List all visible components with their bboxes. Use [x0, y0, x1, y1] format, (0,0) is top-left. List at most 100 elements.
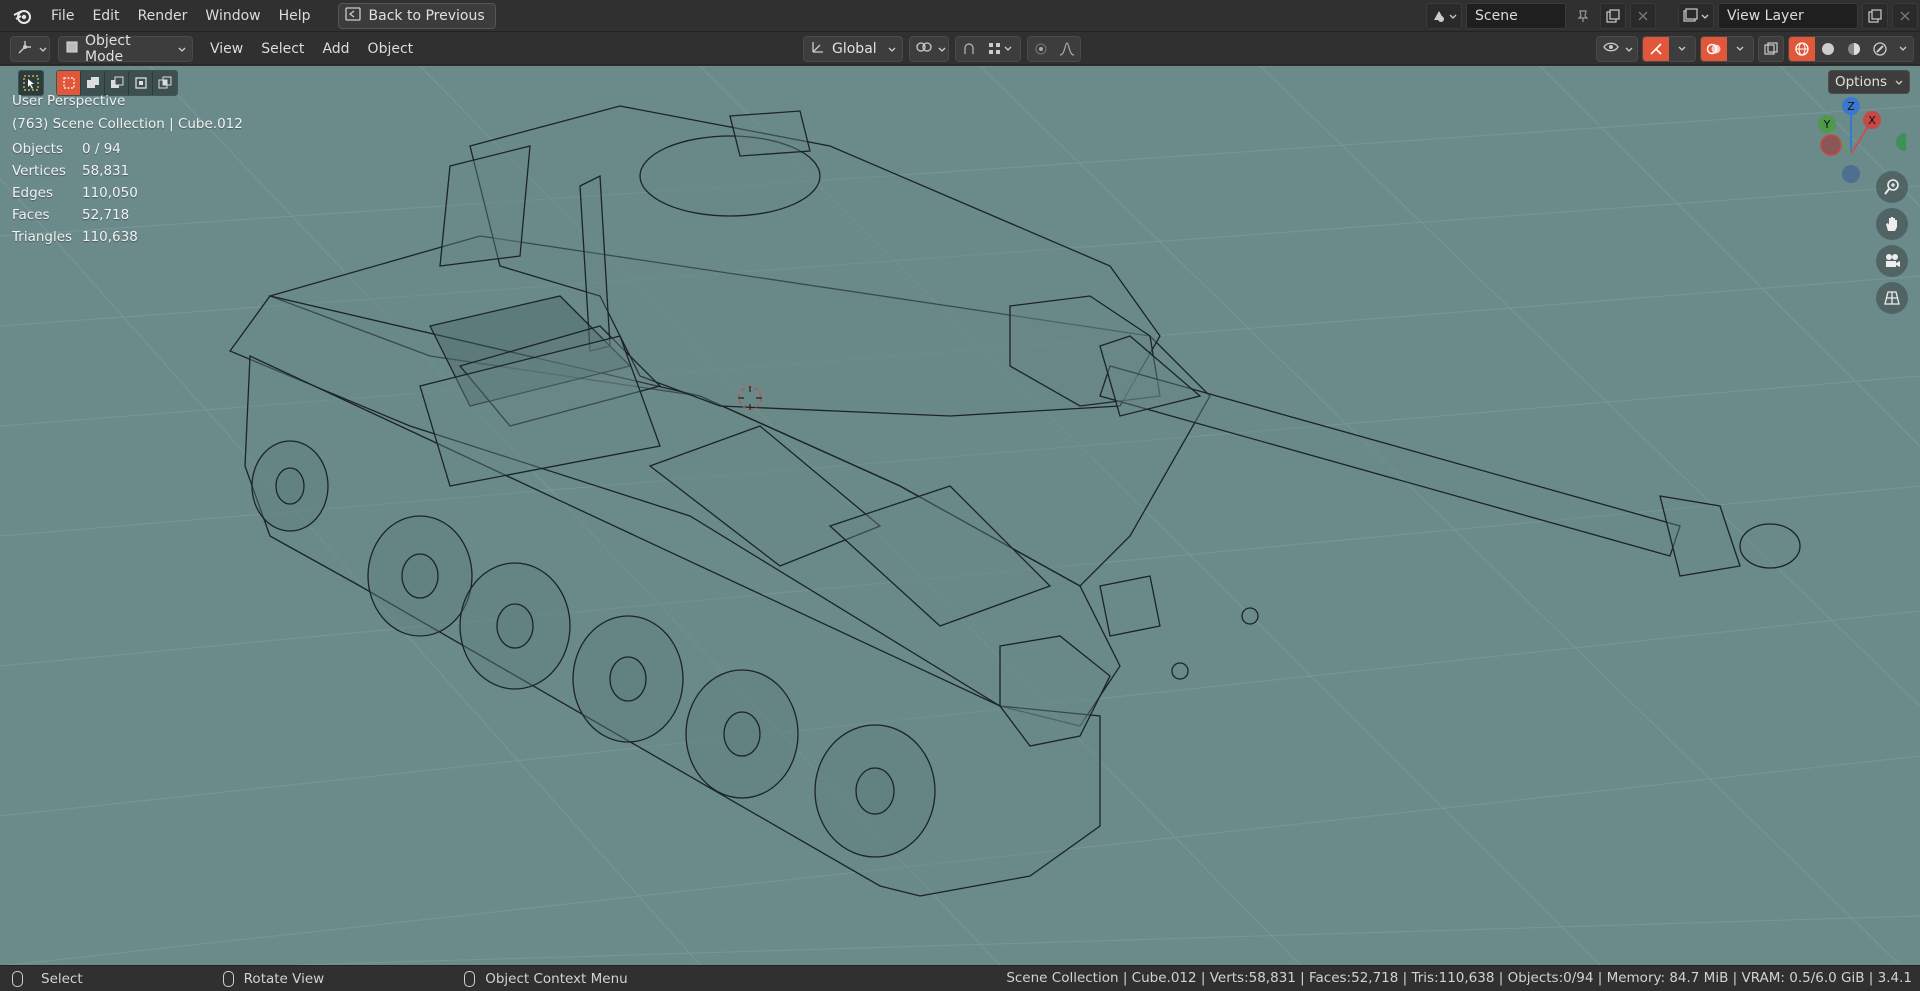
- back-icon: [344, 6, 361, 25]
- status-rotate-label: Rotate View: [243, 970, 325, 987]
- stat-row: Faces 52,718: [12, 204, 138, 226]
- status-select-label: Select: [41, 970, 83, 987]
- scene-statistics: Objects 0 / 94 Vertices 58,831 Edges 110,05…: [12, 138, 138, 248]
- chevron-down-icon: [938, 41, 946, 57]
- menu-window[interactable]: Window: [196, 4, 269, 28]
- new-scene-icon[interactable]: [1600, 3, 1626, 29]
- collection-info: (763) Scene Collection | Cube.012: [12, 116, 243, 132]
- status-info: Scene Collection | Cube.012 | Verts:58,8…: [1006, 970, 1912, 986]
- object-mode-icon: [65, 40, 79, 58]
- viewport-shading-controls: [1596, 36, 1914, 62]
- chevron-down-icon: [178, 41, 186, 57]
- delete-scene-icon[interactable]: [1630, 3, 1656, 29]
- stat-label: Faces: [12, 207, 50, 223]
- snap-target-icon[interactable]: [982, 37, 1020, 61]
- stat-row: Vertices 58,831: [12, 160, 138, 182]
- zoom-icon[interactable]: [1876, 171, 1908, 203]
- z-axis-label: Z: [1847, 100, 1855, 113]
- mode-label: Object Mode: [85, 32, 131, 65]
- scene-name: Scene: [1475, 8, 1518, 24]
- gizmo-toggle-icon[interactable]: [1643, 37, 1669, 61]
- tank-wireframe: [228, 105, 1801, 897]
- stat-label: Edges: [12, 185, 54, 201]
- menu-view[interactable]: View: [201, 41, 252, 57]
- stat-value: 110,050: [82, 185, 138, 201]
- mouse-middle-icon: [222, 970, 234, 987]
- menu-file[interactable]: File: [42, 4, 83, 28]
- mode-dropdown[interactable]: Object Mode: [58, 32, 193, 65]
- xray-toggle-icon[interactable]: [1758, 36, 1784, 62]
- stat-label: Triangles: [12, 229, 73, 245]
- menu-add[interactable]: Add: [313, 41, 358, 57]
- x-axis-label: X: [1868, 114, 1876, 127]
- scene-selector-area: Scene View Layer: [1426, 2, 1920, 30]
- perspective-label: User Perspective: [12, 93, 126, 109]
- back-to-previous-button[interactable]: Back to Previous: [337, 2, 496, 29]
- new-view-layer-icon[interactable]: [1862, 3, 1888, 29]
- pin-icon[interactable]: [1570, 3, 1596, 29]
- proportional-edit-icon[interactable]: [1028, 37, 1054, 61]
- blender-logo-icon[interactable]: [10, 4, 34, 28]
- view-layer-name: View Layer: [1727, 8, 1804, 24]
- stat-row: Objects 0 / 94: [12, 138, 138, 160]
- menu-object[interactable]: Object: [359, 41, 423, 57]
- orientation-icon: [810, 39, 826, 59]
- stat-value: 58,831: [82, 163, 130, 179]
- menu-help[interactable]: Help: [270, 4, 320, 28]
- chevron-down-icon: [39, 41, 47, 57]
- mouse-right-icon: [464, 970, 476, 987]
- perspective-toggle-icon[interactable]: [1876, 282, 1908, 314]
- chevron-down-icon: [1895, 74, 1903, 90]
- chevron-down-icon[interactable]: [1669, 37, 1695, 61]
- pan-hand-icon[interactable]: [1876, 208, 1908, 240]
- 3d-viewport-icon: [17, 39, 33, 59]
- status-context: Object Context Menu: [464, 970, 628, 987]
- stat-value: 0 / 94: [82, 141, 121, 157]
- chevron-down-icon[interactable]: [1893, 37, 1913, 61]
- stat-value: 110,638: [82, 229, 138, 245]
- wireframe-shading-icon[interactable]: [1789, 37, 1815, 61]
- transform-controls: Global: [803, 36, 1081, 62]
- snap-toggle-icon[interactable]: [956, 37, 982, 61]
- 3d-viewport[interactable]: User Perspective (763) Scene Collection …: [0, 66, 1920, 965]
- y-axis-label: Y: [1823, 118, 1831, 131]
- mouse-left-icon: [12, 970, 23, 987]
- material-shading-icon[interactable]: [1841, 37, 1867, 61]
- proportional-edit-group: [1027, 36, 1081, 62]
- stat-value: 52,718: [82, 207, 130, 223]
- back-label: Back to Previous: [368, 7, 485, 24]
- orientation-label: Global: [832, 41, 877, 57]
- viewport-info: User Perspective (763) Scene Collection …: [12, 90, 243, 136]
- visibility-dropdown[interactable]: [1596, 36, 1638, 62]
- menu-select[interactable]: Select: [252, 41, 313, 57]
- menu-render[interactable]: Render: [129, 4, 197, 28]
- orientation-dropdown[interactable]: Global: [803, 36, 903, 62]
- editor-type-dropdown[interactable]: [10, 35, 50, 62]
- status-context-label: Object Context Menu: [485, 970, 628, 987]
- scene-browse-icon[interactable]: [1426, 3, 1462, 29]
- top-menu-bar: File Edit Render Window Help Back to Pre…: [0, 0, 1920, 32]
- falloff-icon[interactable]: [1054, 37, 1080, 61]
- pivot-icon: [916, 40, 932, 58]
- overlays-toggle-icon[interactable]: [1701, 37, 1727, 61]
- status-select: Select: [12, 970, 83, 987]
- rendered-shading-icon[interactable]: [1867, 37, 1893, 61]
- options-dropdown[interactable]: Options: [1828, 70, 1910, 94]
- shading-mode-group: [1788, 36, 1914, 62]
- options-label: Options: [1834, 74, 1888, 90]
- camera-view-icon[interactable]: [1876, 245, 1908, 277]
- pivot-dropdown[interactable]: [909, 36, 949, 62]
- stat-label: Vertices: [12, 163, 66, 179]
- delete-view-layer-icon[interactable]: [1892, 3, 1918, 29]
- solid-shading-icon[interactable]: [1815, 37, 1841, 61]
- chevron-down-icon: [1625, 41, 1633, 57]
- snap-group: [955, 36, 1021, 62]
- view-layer-browse-icon[interactable]: [1678, 3, 1714, 29]
- stat-row: Triangles 110,638: [12, 226, 138, 248]
- status-rotate: Rotate View: [222, 970, 325, 987]
- scene-name-field[interactable]: Scene: [1466, 3, 1566, 29]
- chevron-down-icon[interactable]: [1727, 37, 1753, 61]
- view-layer-field[interactable]: View Layer: [1718, 3, 1858, 29]
- menu-edit[interactable]: Edit: [83, 4, 128, 28]
- eye-icon: [1603, 40, 1619, 58]
